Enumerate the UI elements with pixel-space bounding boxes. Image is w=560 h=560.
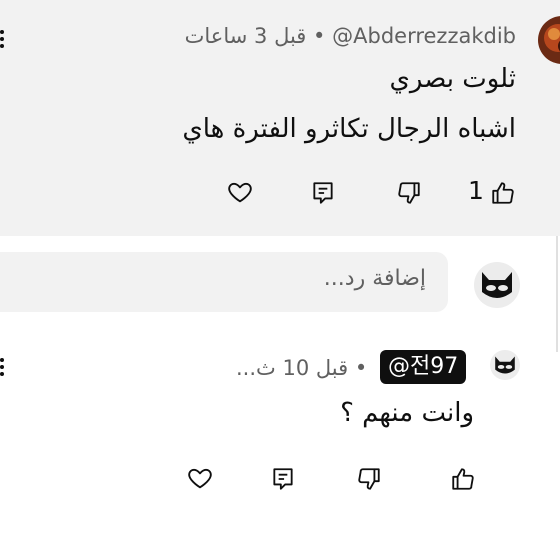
reply-heart-button[interactable] xyxy=(186,464,214,492)
comment-line-1: ثلوت بصري xyxy=(389,64,517,94)
reply-author-handle[interactable]: @전97 xyxy=(380,350,467,384)
reply-meta: قبل 10 ث... • xyxy=(236,356,367,380)
reply-input[interactable]: إضافة رد... xyxy=(0,252,448,312)
like-count: 1 xyxy=(468,176,484,205)
like-button[interactable] xyxy=(490,180,516,206)
current-user-avatar xyxy=(474,262,520,308)
thumbs-down-icon xyxy=(358,468,380,490)
comment-author[interactable]: @Abderrezzakdib xyxy=(332,24,516,48)
reply-dislike-button[interactable] xyxy=(356,466,382,492)
dislike-button[interactable] xyxy=(396,180,422,206)
comment-time: قبل 3 ساعات xyxy=(184,24,307,48)
thumbs-up-icon xyxy=(492,182,514,204)
reply-button[interactable] xyxy=(310,180,336,206)
reply-input-placeholder: إضافة رد... xyxy=(323,266,426,291)
comment-icon xyxy=(313,182,333,204)
thumbs-down-icon xyxy=(398,182,420,204)
reply-text: وانت منهم ؟ xyxy=(340,398,474,428)
reply-like-button[interactable] xyxy=(450,466,476,492)
heart-button[interactable] xyxy=(226,178,254,206)
thumbs-up-icon xyxy=(452,468,474,490)
thread-line xyxy=(556,236,558,352)
reply-time: قبل 10 ث... xyxy=(236,356,349,380)
comment-meta: قبل 3 ساعات • @Abderrezzakdib xyxy=(185,24,516,48)
reply-reply-button[interactable] xyxy=(270,466,296,492)
meta-separator: • xyxy=(313,24,326,48)
heart-icon xyxy=(228,182,252,203)
comment-icon xyxy=(273,468,293,490)
reply-more-options-icon[interactable] xyxy=(0,358,4,379)
reply-meta-separator: • xyxy=(354,356,368,380)
reply-author-avatar[interactable] xyxy=(490,350,520,380)
more-options-icon[interactable] xyxy=(0,30,4,51)
heart-icon xyxy=(188,468,212,489)
comment-line-2: اشباه الرجال تكاثرو الفترة هاي xyxy=(182,114,516,144)
